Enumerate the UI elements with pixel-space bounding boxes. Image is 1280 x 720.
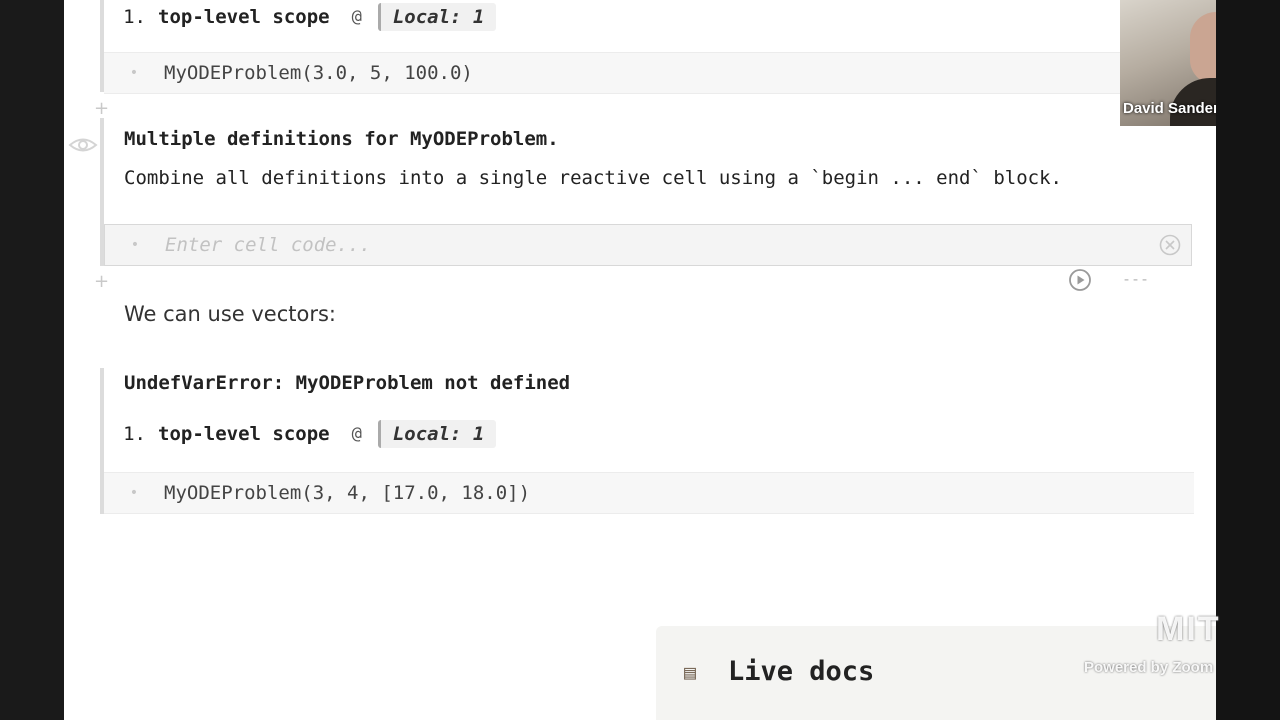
stack-frame-location-link[interactable]: Local: 1	[377, 3, 497, 31]
add-cell-icon[interactable]: +	[94, 98, 109, 119]
clear-icon[interactable]	[1159, 234, 1181, 256]
stack-frame-number: 1.	[123, 6, 146, 28]
stack-frame-function: top-level scope	[158, 6, 330, 28]
live-docs-label[interactable]: Live docs	[728, 656, 874, 687]
eye-icon[interactable]	[68, 134, 98, 156]
stack-frame[interactable]: 1. top-level scope @ Local: 1	[104, 420, 497, 448]
stack-frame-number: 1.	[123, 423, 146, 445]
stack-frame-function: top-level scope	[158, 423, 330, 445]
cell-drag-handle[interactable]: •	[104, 485, 164, 501]
participant-face	[1190, 12, 1216, 84]
participant-video[interactable]: David Sander...	[1120, 0, 1216, 126]
code-editor[interactable]: • MyODEProblem(3.0, 5, 100.0)	[104, 52, 1194, 94]
run-controls: ---	[1122, 270, 1150, 288]
stack-frame-location-link[interactable]: Local: 1	[377, 420, 497, 448]
markdown-text: We can use vectors:	[124, 302, 336, 326]
cell-drag-handle[interactable]: •	[105, 237, 165, 253]
error-title: Multiple definitions for MyODEProblem.	[124, 128, 559, 150]
cell-2: Multiple definitions for MyODEProblem. C…	[100, 118, 1198, 266]
error-title: UndefVarError: MyODEProblem not defined	[124, 372, 571, 394]
stack-frame-at: @	[351, 7, 362, 27]
code-text[interactable]: MyODEProblem(3.0, 5, 100.0)	[164, 62, 473, 84]
books-icon: ▤	[684, 660, 697, 684]
notebook-page: 1. top-level scope @ Local: 1 • MyODEPro…	[64, 0, 1216, 720]
powered-by-zoom: Powered by Zoom	[1084, 659, 1214, 676]
screen-edge	[1216, 0, 1280, 720]
cell-code-placeholder[interactable]: Enter cell code...	[165, 234, 371, 256]
cell-1: 1. top-level scope @ Local: 1 • MyODEPro…	[100, 0, 1198, 94]
code-editor[interactable]: • MyODEProblem(3, 4, [17.0, 18.0])	[104, 472, 1194, 514]
stack-frame-at: @	[351, 424, 362, 444]
code-editor-empty[interactable]: • Enter cell code...	[104, 224, 1192, 266]
error-message: Combine all definitions into a single re…	[124, 167, 1062, 189]
cell-drag-handle[interactable]: •	[104, 65, 164, 81]
cell-3: UndefVarError: MyODEProblem not defined …	[100, 368, 1198, 514]
mit-logo: MIT	[1156, 610, 1221, 648]
stack-frame[interactable]: 1. top-level scope @ Local: 1	[104, 3, 497, 31]
add-cell-icon[interactable]: +	[94, 271, 109, 292]
run-icon[interactable]	[1068, 268, 1092, 292]
participant-name: David Sander...	[1123, 100, 1216, 117]
code-text[interactable]: MyODEProblem(3, 4, [17.0, 18.0])	[164, 482, 530, 504]
